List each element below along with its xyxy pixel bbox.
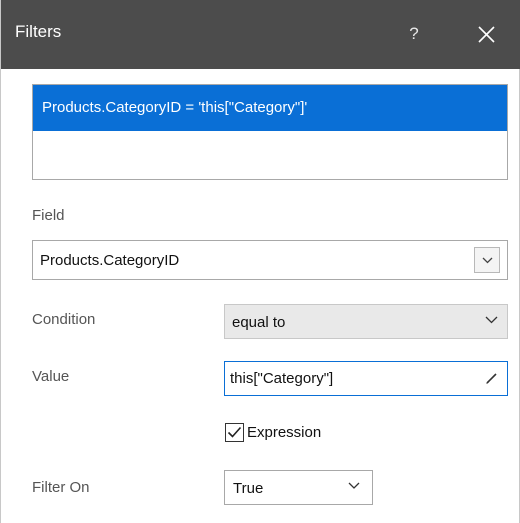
field-value: Products.CategoryID	[40, 252, 180, 269]
close-button[interactable]	[461, 12, 511, 56]
filter-on-label: Filter On	[32, 479, 90, 496]
chevron-down-icon	[482, 257, 492, 263]
pencil-icon[interactable]	[484, 370, 500, 386]
condition-label: Condition	[32, 311, 96, 328]
filter-on-dropdown[interactable]: True	[224, 470, 373, 505]
field-label: Field	[32, 207, 65, 224]
field-dropdown[interactable]: Products.CategoryID	[32, 240, 508, 280]
filter-list[interactable]: Products.CategoryID = 'this["Category"]'	[32, 84, 508, 180]
value-label: Value	[32, 368, 70, 385]
dialog-title: Filters	[15, 22, 62, 41]
expression-label: Expression	[247, 423, 322, 441]
field-dropdown-button[interactable]	[474, 247, 500, 273]
filter-on-value: True	[233, 480, 264, 497]
expression-checkbox[interactable]: Expression	[225, 422, 321, 442]
filters-dialog: Filters ? Products.CategoryID = 'this["C…	[0, 0, 520, 523]
chevron-down-icon	[485, 316, 498, 324]
filter-list-item[interactable]: Products.CategoryID = 'this["Category"]'	[33, 85, 507, 131]
checkbox-box[interactable]	[225, 422, 244, 442]
help-button[interactable]: ?	[394, 12, 434, 56]
close-icon	[477, 25, 495, 43]
value-text: this["Category"]	[230, 370, 334, 387]
condition-dropdown[interactable]: equal to	[224, 304, 508, 339]
chevron-down-icon	[348, 482, 360, 489]
condition-value: equal to	[232, 314, 286, 331]
checkmark-icon	[227, 426, 242, 438]
title-bar: Filters ?	[1, 0, 520, 69]
value-input[interactable]: this["Category"]	[224, 361, 508, 396]
